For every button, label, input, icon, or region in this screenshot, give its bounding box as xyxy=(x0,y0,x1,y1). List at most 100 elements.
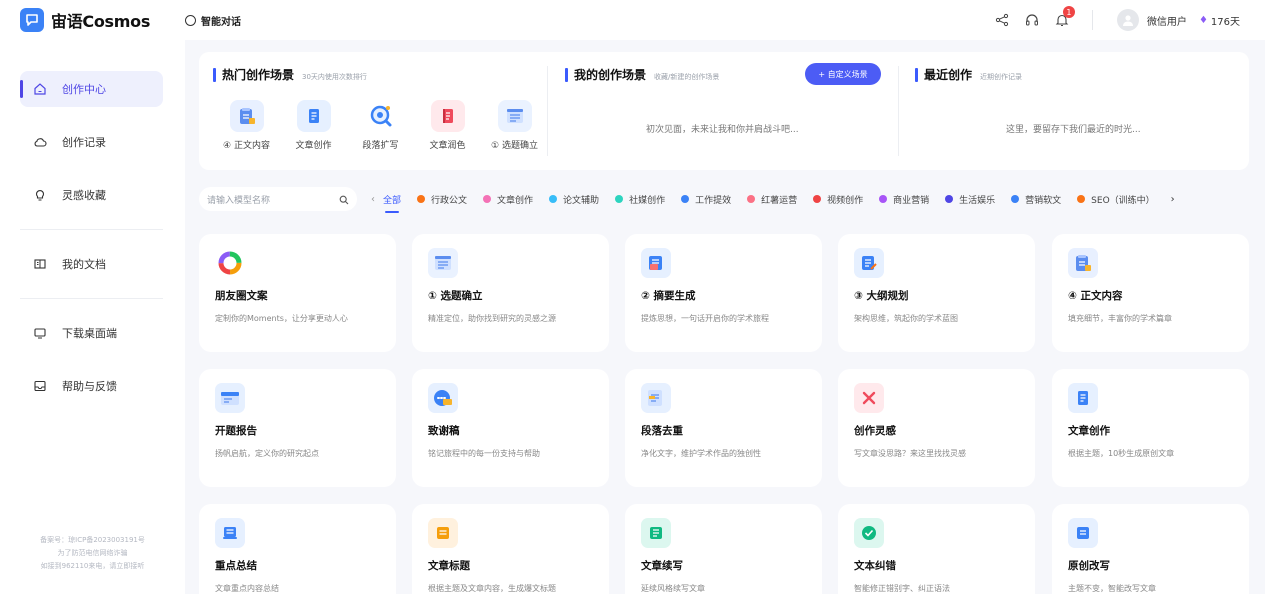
hot-scene-label: 文章创作 xyxy=(295,141,332,151)
category-label: 视频创作 xyxy=(827,195,864,206)
scene-card-title: 重点总结 xyxy=(215,560,257,572)
hot-scene-label: ④ 正文内容 xyxy=(223,141,270,151)
category-tab[interactable]: 行政公文 xyxy=(417,187,467,211)
cloud-icon xyxy=(32,134,48,150)
category-dot xyxy=(681,195,690,203)
scene-card[interactable]: 开题报告 扬帆启航，定义你的研究起点 xyxy=(199,369,396,487)
sidebar-item-feedback[interactable]: 帮助与反馈 xyxy=(20,368,163,404)
sidebar-divider xyxy=(20,298,163,299)
sidebar-item-label: 下载桌面端 xyxy=(62,327,117,340)
scene-card[interactable]: 致谢稿 铭记旅程中的每一份支持与帮助 xyxy=(412,369,609,487)
username[interactable]: 微信用户 xyxy=(1147,13,1187,28)
category-tab[interactable]: 全部 xyxy=(383,187,401,213)
scene-card[interactable]: 文章创作 根据主题，10秒生成原创文章 xyxy=(1052,369,1249,487)
scene-card-title: 开题报告 xyxy=(215,425,257,437)
logo[interactable]: 宙语Cosmos xyxy=(20,8,185,32)
scene-card-description: 架构思维，筑起你的学术蓝图 xyxy=(854,314,958,323)
scene-card[interactable]: ① 选题确立 精准定位，助你找到研究的灵感之源 xyxy=(412,234,609,352)
feedback-icon xyxy=(32,378,48,394)
hot-scene-item[interactable]: 文章润色 xyxy=(414,100,481,151)
sidebar-item-download[interactable]: 下载桌面端 xyxy=(20,315,163,351)
chevron-left-icon[interactable]: ‹ xyxy=(363,194,383,205)
category-label: 工作提效 xyxy=(695,195,732,206)
category-label: 社媒创作 xyxy=(629,195,666,206)
panel-divider xyxy=(898,66,899,156)
scene-card-title: 文章创作 xyxy=(1068,425,1110,437)
hot-scene-item[interactable]: ① 选题确立 xyxy=(481,100,548,151)
scene-card-description: 智能修正错别字、纠正语法 xyxy=(854,584,950,593)
recent-subtitle: 近期创作记录 xyxy=(980,73,1023,81)
scene-card[interactable]: 重点总结文章重点内容总结 xyxy=(199,504,396,594)
category-tab[interactable]: 红薯运营 xyxy=(747,187,797,211)
panel-divider xyxy=(547,66,548,156)
scene-card[interactable]: ③ 大纲规划架构思维，筑起你的学术蓝图 xyxy=(838,234,1035,352)
share-icon[interactable] xyxy=(994,12,1010,28)
headset-icon[interactable] xyxy=(1024,12,1040,28)
category-label: 论文辅助 xyxy=(563,195,600,206)
scene-card-description: 铭记旅程中的每一份支持与帮助 xyxy=(428,449,540,458)
model-search-input[interactable]: 请输入模型名称 xyxy=(199,187,357,211)
category-label: SEO（训练中） xyxy=(1091,195,1155,206)
outline-icon xyxy=(854,248,884,278)
nav-chat[interactable]: 智能对话 xyxy=(185,13,241,28)
chat-icon xyxy=(185,14,196,26)
scene-card[interactable]: 创作灵感 写文章没思路？来这里找找灵感 xyxy=(838,369,1035,487)
summary-doc-icon xyxy=(215,518,245,548)
sidebar-item-favorites[interactable]: 灵感收藏 xyxy=(20,177,163,213)
rewrite-icon xyxy=(1068,518,1098,548)
category-tab[interactable]: 社媒创作 xyxy=(615,187,665,211)
scene-card-description: 定制你的Moments，让分享更动人心 xyxy=(215,314,348,323)
chevron-right-icon[interactable]: › xyxy=(1163,194,1183,205)
sidebar-item-creation-center[interactable]: 创作中心 xyxy=(20,71,163,107)
scene-card[interactable]: ④ 正文内容 填充细节，丰富你的学术篇章 xyxy=(1052,234,1249,352)
category-tab[interactable]: 营销软文 xyxy=(1011,187,1061,211)
my-scenes-empty: 初次见面，未来让我和你并肩战斗吧... xyxy=(646,125,799,135)
category-tab[interactable]: 商业营销 xyxy=(879,187,929,211)
clipboard-icon xyxy=(1068,248,1098,278)
scene-card[interactable]: 段落去重 净化文字，维护学术作品的独创性 xyxy=(625,369,822,487)
category-tab[interactable]: 视频创作 xyxy=(813,187,863,211)
scene-card[interactable]: 文本纠错智能修正错别字、纠正语法 xyxy=(838,504,1035,594)
search-icon[interactable] xyxy=(339,190,349,209)
scene-card-description: 净化文字，维护学术作品的独创性 xyxy=(641,449,761,458)
scene-card[interactable]: ② 摘要生成 提炼思想，一句话开启你的学术旅程 xyxy=(625,234,822,352)
scene-card[interactable]: 原创改写 主题不变，智能改写文章 xyxy=(1052,504,1249,594)
hot-scene-item[interactable]: 文章创作 xyxy=(280,100,347,151)
scene-card-title: ③ 大纲规划 xyxy=(854,290,909,302)
category-dot xyxy=(945,195,954,203)
report-icon xyxy=(215,383,245,413)
scene-card-title: ④ 正文内容 xyxy=(1068,290,1123,302)
category-dot xyxy=(615,195,624,203)
scene-card-description: 文章重点内容总结 xyxy=(215,584,279,593)
scene-card-title: 文本纠错 xyxy=(854,560,896,572)
nav-chat-label: 智能对话 xyxy=(201,16,241,28)
hot-scene-label: 段落扩写 xyxy=(362,141,399,151)
scene-card[interactable]: 文章续写 延续风格续写文章 xyxy=(625,504,822,594)
list-icon xyxy=(428,248,458,278)
avatar[interactable] xyxy=(1116,9,1139,31)
category-tab[interactable]: 文章创作 xyxy=(483,187,533,211)
bell-icon[interactable]: 1 xyxy=(1054,6,1075,28)
category-tab[interactable]: SEO（训练中） xyxy=(1077,187,1155,211)
membership-days[interactable]: ♦ 176天 xyxy=(1199,13,1240,28)
add-custom-scene-button[interactable]: + 自定义场景 xyxy=(805,63,881,85)
category-tab[interactable]: 论文辅助 xyxy=(549,187,599,211)
icp-line[interactable]: 备案号：琼ICP备2023003191号 xyxy=(30,534,155,547)
hot-scene-item[interactable]: ④ 正文内容 xyxy=(213,100,280,151)
scene-card[interactable]: 文章标题 根据主题及文章内容，生成爆文标题 xyxy=(412,504,609,594)
hot-scene-item[interactable]: 段落扩写 xyxy=(347,100,414,151)
spark-icon xyxy=(854,383,884,413)
ring-icon xyxy=(215,248,245,278)
hot-scenes-list: ④ 正文内容 文章创作 段落扩写 文章润色 ① 选题确立 xyxy=(213,100,548,151)
scene-card[interactable]: 朋友圈文案 定制你的Moments，让分享更动人心 xyxy=(199,234,396,352)
category-tab[interactable]: 生活娱乐 xyxy=(945,187,995,211)
book-icon xyxy=(296,100,331,132)
monitor-icon xyxy=(32,325,48,341)
scene-card-title: 文章续写 xyxy=(641,560,683,572)
check-icon xyxy=(854,518,884,548)
sidebar-item-documents[interactable]: 我的文档 xyxy=(20,246,163,282)
category-dot xyxy=(1011,195,1020,203)
category-tab[interactable]: 工作提效 xyxy=(681,187,731,211)
fraud-notice-line: 为了防范电信网络诈骗 xyxy=(57,549,128,557)
sidebar-item-history[interactable]: 创作记录 xyxy=(20,124,163,160)
